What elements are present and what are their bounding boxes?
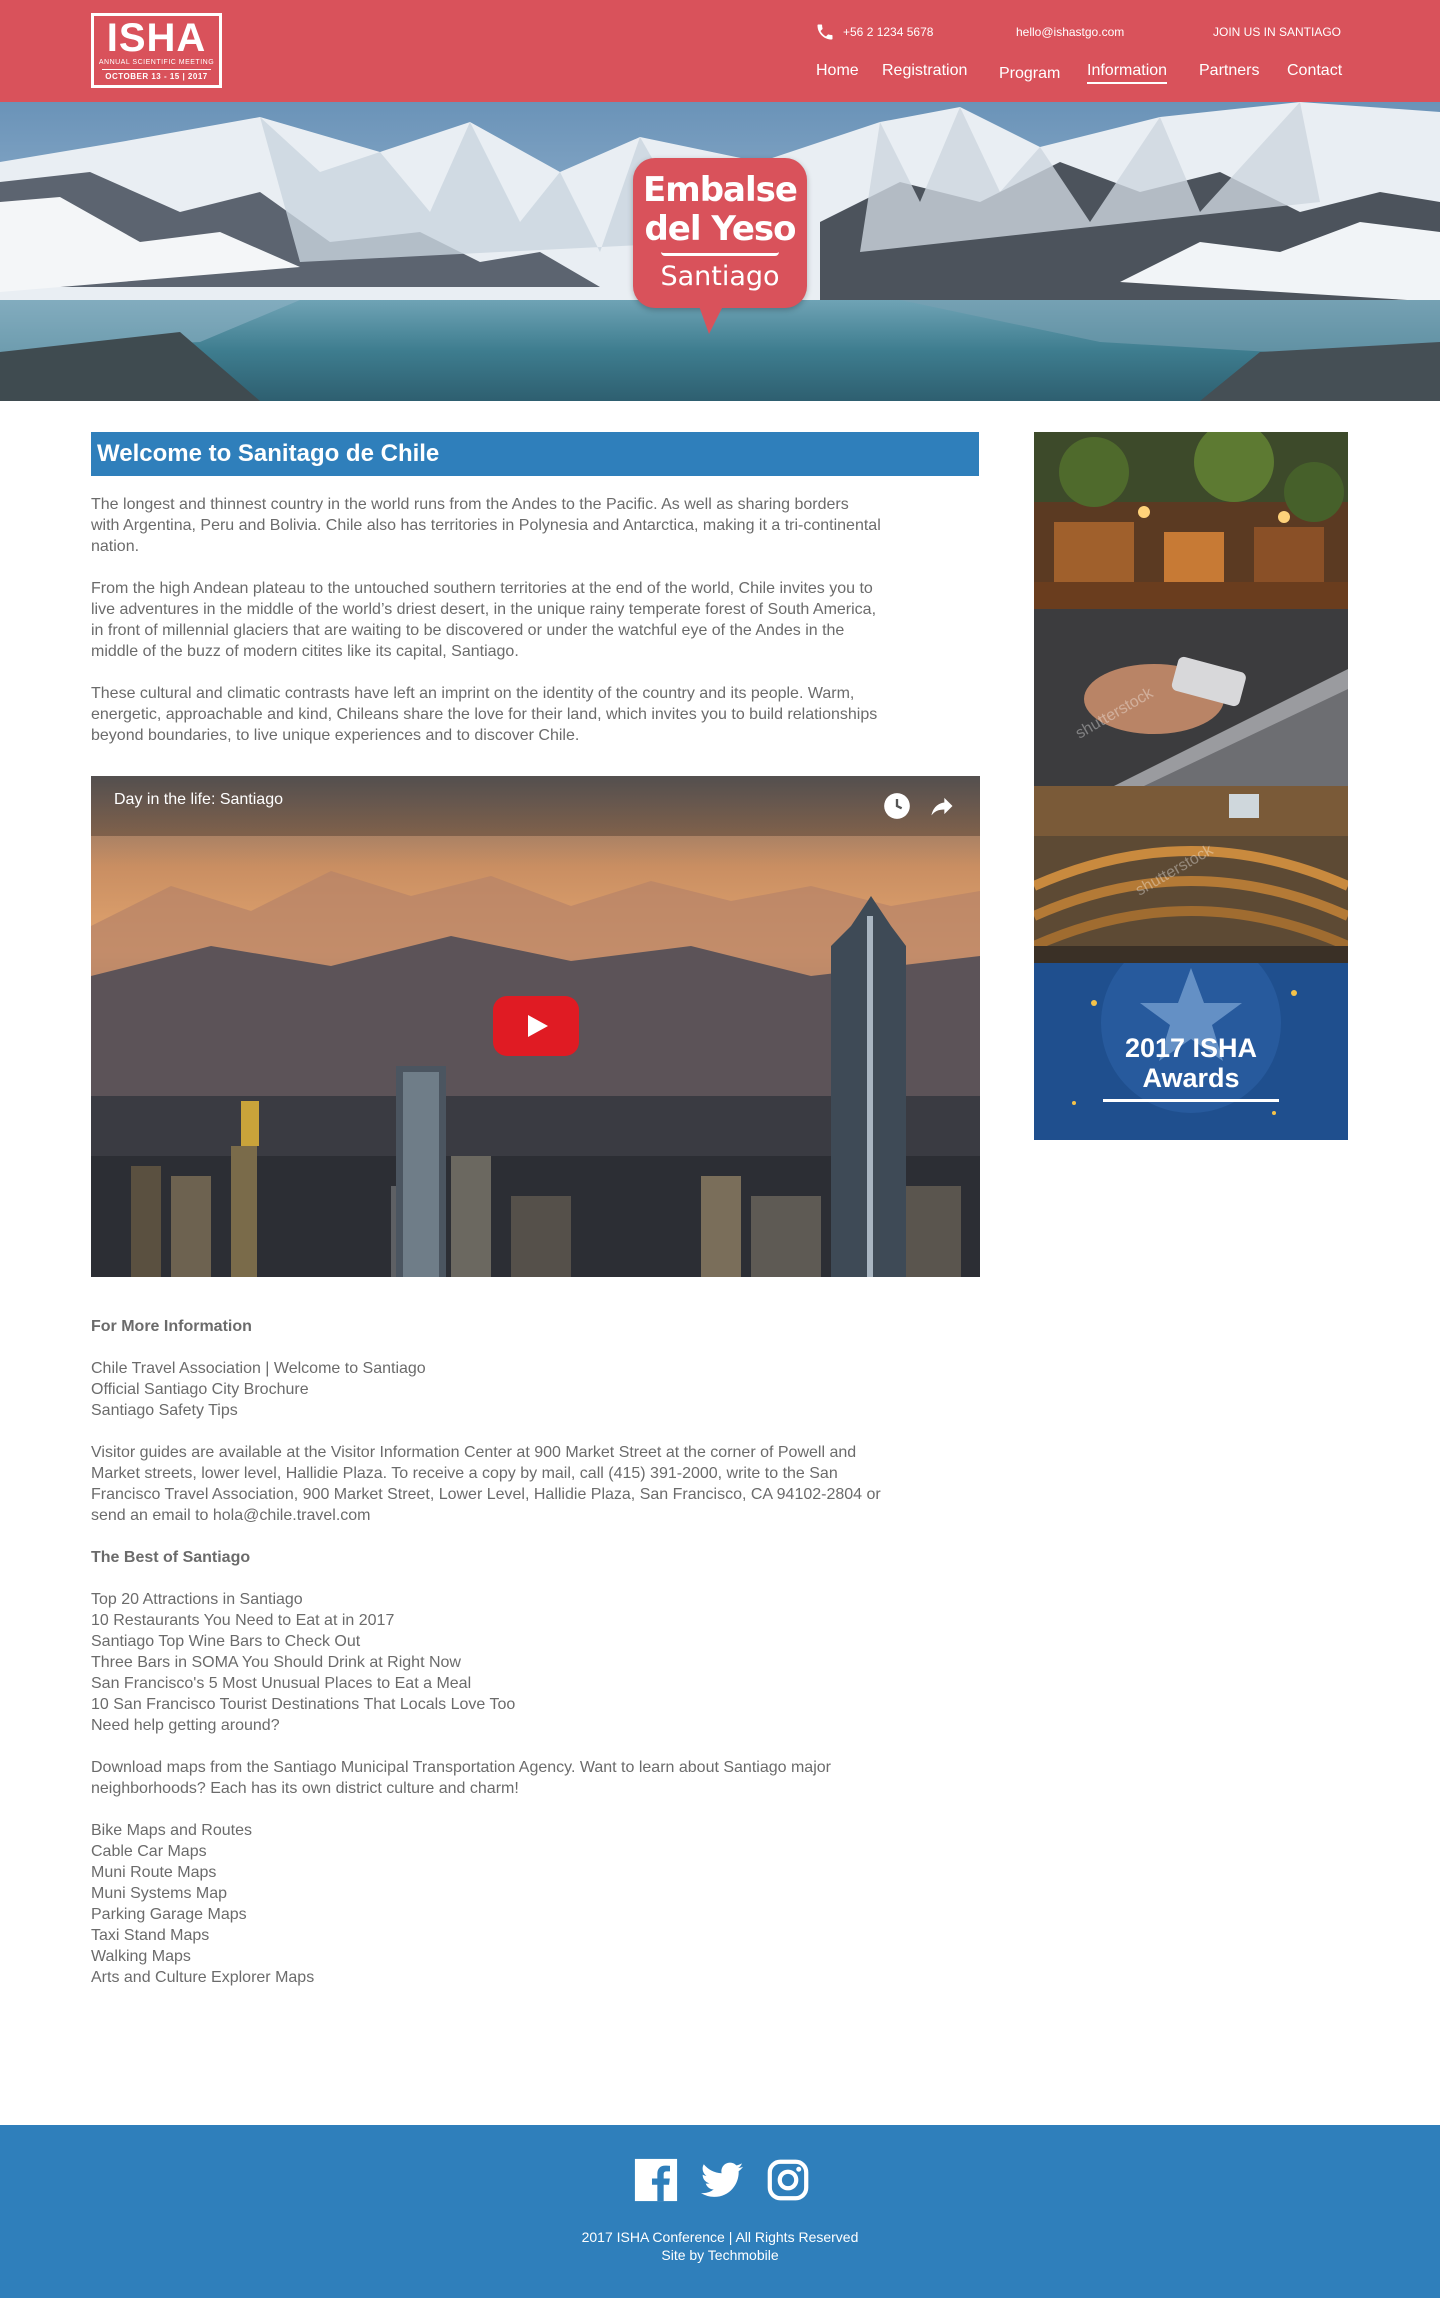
paragraph-line: These cultural and climatic contrasts ha… xyxy=(91,685,855,702)
maps-text-line: neighborhoods? Each has its own district… xyxy=(91,1780,519,1797)
intro-paragraph-2: From the high Andean plateau to the unto… xyxy=(91,578,991,662)
visitor-text-line: Francisco Travel Association, 900 Market… xyxy=(91,1486,881,1503)
map-link[interactable]: Muni Route Maps xyxy=(91,1862,991,1883)
site-footer: 2017 ISHA Conference | All Rights Reserv… xyxy=(0,2125,1440,2298)
best-link[interactable]: Santiago Top Wine Bars to Check Out xyxy=(91,1631,991,1652)
awards-title-line2: Awards xyxy=(1142,1063,1240,1093)
main-nav: Home Registration Program Information Pa… xyxy=(0,62,1440,92)
map-link[interactable]: Taxi Stand Maps xyxy=(91,1925,991,1946)
paragraph-line: The longest and thinnest country in the … xyxy=(91,496,849,513)
logo-title: ISHA xyxy=(106,16,207,60)
site-credit[interactable]: Site by Techmobile xyxy=(0,2246,1440,2264)
map-link[interactable]: Parking Garage Maps xyxy=(91,1904,991,1925)
laptop-phone-photo: shutterstock xyxy=(1034,609,1348,786)
badge-curve xyxy=(661,252,779,256)
email-link[interactable]: hello@ishastgo.com xyxy=(1016,22,1124,42)
intro-paragraph-3: These cultural and climatic contrasts ha… xyxy=(91,683,991,746)
map-link[interactable]: Cable Car Maps xyxy=(91,1841,991,1862)
section-heading: For More Information xyxy=(91,1318,252,1335)
site-header: ISHA ANNUAL SCIENTIFIC MEETING OCTOBER 1… xyxy=(0,0,1440,102)
paragraph-line: beyond boundaries, to live unique experi… xyxy=(91,727,580,744)
hero-banner: Embalse del Yeso Santiago xyxy=(0,102,1440,401)
map-link[interactable]: Walking Maps xyxy=(91,1946,991,1967)
instagram-icon[interactable] xyxy=(765,2157,811,2203)
phone-icon xyxy=(817,24,833,40)
best-link[interactable]: Need help getting around? xyxy=(91,1715,991,1736)
phone-contact[interactable]: +56 2 1234 5678 xyxy=(815,22,933,42)
map-link[interactable]: Muni Systems Map xyxy=(91,1883,991,1904)
nav-partners[interactable]: Partners xyxy=(1199,62,1259,80)
map-link[interactable]: Arts and Culture Explorer Maps xyxy=(91,1967,991,1988)
nav-registration[interactable]: Registration xyxy=(882,62,967,80)
badge-line2: del Yeso xyxy=(644,209,796,249)
nav-home[interactable]: Home xyxy=(816,62,859,80)
paragraph-line: live adventures in the middle of the wor… xyxy=(91,601,877,618)
best-link[interactable]: 10 San Francisco Tourist Destinations Th… xyxy=(91,1694,991,1715)
watch-later-icon[interactable] xyxy=(883,792,911,820)
maps-text-line: Download maps from the Santiago Municipa… xyxy=(91,1759,831,1776)
visitor-text-line: send an email to hola@chile.travel.com xyxy=(91,1507,371,1524)
badge-line1: Embalse xyxy=(643,170,798,210)
sidebar-conference-image[interactable]: shutterstock xyxy=(1034,786,1348,963)
paragraph-line: with Argentina, Peru and Bolivia. Chile … xyxy=(91,517,881,534)
info-link[interactable]: Official Santiago City Brochure xyxy=(91,1379,991,1400)
phone-number: +56 2 1234 5678 xyxy=(843,25,934,39)
share-icon[interactable] xyxy=(927,792,957,820)
visitor-text-line: Visitor guides are available at the Visi… xyxy=(91,1444,857,1461)
paragraph-line: middle of the buzz of modern citites lik… xyxy=(91,643,519,660)
facebook-icon[interactable] xyxy=(633,2157,679,2203)
section-heading: The Best of Santiago xyxy=(91,1549,251,1566)
info-link[interactable]: Santiago Safety Tips xyxy=(91,1400,991,1421)
map-link[interactable]: Bike Maps and Routes xyxy=(91,1820,991,1841)
join-link[interactable]: JOIN US IN SANTIAGO xyxy=(1213,22,1341,42)
nav-contact[interactable]: Contact xyxy=(1287,62,1342,80)
nav-information[interactable]: Information xyxy=(1087,62,1168,84)
more-information-section: For More Information Chile Travel Associ… xyxy=(91,1316,991,1988)
best-link[interactable]: San Francisco's 5 Most Unusual Places to… xyxy=(91,1673,991,1694)
best-link[interactable]: Top 20 Attractions in Santiago xyxy=(91,1589,991,1610)
restaurant-photo xyxy=(1034,432,1348,609)
intro-paragraph-1: The longest and thinnest country in the … xyxy=(91,494,991,557)
visitor-text-line: Market streets, lower level, Hallidie Pl… xyxy=(91,1465,838,1482)
page-title: Welcome to Sanitago de Chile xyxy=(91,432,979,476)
twitter-icon[interactable] xyxy=(699,2157,745,2203)
nav-program[interactable]: Program xyxy=(999,65,1060,83)
awards-banner[interactable]: 2017 ISHA Awards xyxy=(1034,963,1348,1140)
paragraph-line: From the high Andean plateau to the unto… xyxy=(91,580,873,597)
video-player[interactable]: Day in the life: Santiago xyxy=(91,776,980,1277)
copyright-text: 2017 ISHA Conference | All Rights Reserv… xyxy=(581,2229,859,2245)
badge-line3: Santiago xyxy=(660,261,780,292)
play-button[interactable] xyxy=(493,996,579,1056)
video-title[interactable]: Day in the life: Santiago xyxy=(114,791,283,809)
awards-underline xyxy=(1103,1099,1279,1102)
best-link[interactable]: 10 Restaurants You Need to Eat at in 201… xyxy=(91,1610,991,1631)
sidebar-restaurant-image[interactable] xyxy=(1034,432,1348,609)
embalse-badge: Embalse del Yeso Santiago xyxy=(633,158,807,334)
best-link[interactable]: Three Bars in SOMA You Should Drink at R… xyxy=(91,1652,991,1673)
conference-hall-photo: shutterstock xyxy=(1034,786,1348,963)
awards-title-line1: 2017 ISHA xyxy=(1124,1033,1258,1063)
sidebar-laptop-image[interactable]: shutterstock xyxy=(1034,609,1348,786)
paragraph-line: nation. xyxy=(91,538,140,555)
paragraph-line: energetic, approachable and kind, Chilea… xyxy=(91,706,878,723)
paragraph-line: in front of millennial glaciers that are… xyxy=(91,622,845,639)
info-link[interactable]: Chile Travel Association | Welcome to Sa… xyxy=(91,1358,991,1379)
